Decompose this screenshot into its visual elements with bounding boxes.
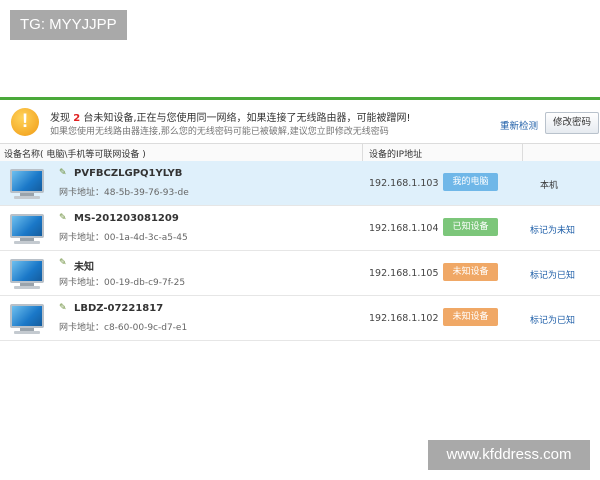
computer-icon <box>10 169 44 193</box>
bottom-watermark: www.kfddress.com <box>428 440 590 470</box>
ip-address: 192.168.1.105 <box>369 268 439 279</box>
status-badge: 我的电脑 <box>443 173 498 191</box>
ip-address: 192.168.1.104 <box>369 223 439 234</box>
status-badge: 未知设备 <box>443 263 498 281</box>
alert-prefix: 发现 <box>50 113 70 124</box>
ip-address: 192.168.1.102 <box>369 313 439 324</box>
computer-icon <box>10 214 44 238</box>
mark-known-link[interactable]: 标记为已知 <box>530 313 575 326</box>
table-header: 设备名称( 电脑\手机等可联网设备 ) 设备的IP地址 <box>0 143 600 162</box>
row-action: 本机 <box>540 181 559 191</box>
column-divider <box>522 144 523 161</box>
device-name: LBDZ-07221817 <box>74 303 164 314</box>
top-watermark: TG: MYYJJPP <box>10 10 127 40</box>
device-name: 未知 <box>74 262 94 273</box>
exclamation-icon: ! <box>11 108 39 136</box>
monitor-base <box>14 196 40 199</box>
edit-icon[interactable]: ✎ <box>59 258 67 268</box>
ip-address: 192.168.1.103 <box>369 178 439 189</box>
alert-suffix: 台未知设备,正在与您使用同一网络，如果连接了无线路由器，可能被蹭网! <box>83 113 411 124</box>
device-name: PVFBCZLGPQ1YLYB <box>74 168 183 179</box>
mac-address: 网卡地址：48-5b-39-76-93-de <box>59 188 189 198</box>
unknown-device-count: 2 <box>73 113 81 124</box>
change-password-button[interactable]: 修改密码 <box>545 112 599 134</box>
monitor-base <box>14 286 40 289</box>
monitor-base <box>14 241 40 244</box>
mark-known-link[interactable]: 标记为已知 <box>530 268 575 281</box>
table-row[interactable]: ✎ MS-201203081209 网卡地址：00-1a-4d-3c-a5-45… <box>0 206 600 251</box>
alert-subtext: 如果您使用无线路由器连接,那么您的无线密码可能已被破解,建议您立即修改无线密码 <box>50 127 389 137</box>
column-divider <box>362 144 363 161</box>
rescan-link[interactable]: 重新检测 <box>500 118 538 132</box>
edit-icon[interactable]: ✎ <box>59 303 67 313</box>
mac-address: 网卡地址：00-19-db-c9-7f-25 <box>59 278 186 288</box>
computer-icon <box>10 304 44 328</box>
mac-address: 网卡地址：c8-60-00-9c-d7-e1 <box>59 323 188 333</box>
edit-icon[interactable]: ✎ <box>59 168 67 178</box>
table-row[interactable]: ✎ LBDZ-07221817 网卡地址：c8-60-00-9c-d7-e1 1… <box>0 296 600 341</box>
mac-address: 网卡地址：00-1a-4d-3c-a5-45 <box>59 233 188 243</box>
column-device-name: 设备名称( 电脑\手机等可联网设备 ) <box>4 150 146 160</box>
status-badge: 已知设备 <box>443 218 498 236</box>
column-ip: 设备的IP地址 <box>369 150 423 160</box>
mark-unknown-link[interactable]: 标记为未知 <box>530 223 575 236</box>
edit-icon[interactable]: ✎ <box>59 213 67 223</box>
monitor-base <box>14 331 40 334</box>
status-badge: 未知设备 <box>443 308 498 326</box>
alert-message: 发现 2 台未知设备,正在与您使用同一网络，如果连接了无线路由器，可能被蹭网! <box>50 109 411 124</box>
computer-icon <box>10 259 44 283</box>
table-row[interactable]: ✎ 未知 网卡地址：00-19-db-c9-7f-25 192.168.1.10… <box>0 251 600 296</box>
device-name: MS-201203081209 <box>74 213 179 224</box>
table-row[interactable]: ✎ PVFBCZLGPQ1YLYB 网卡地址：48-5b-39-76-93-de… <box>0 161 600 206</box>
